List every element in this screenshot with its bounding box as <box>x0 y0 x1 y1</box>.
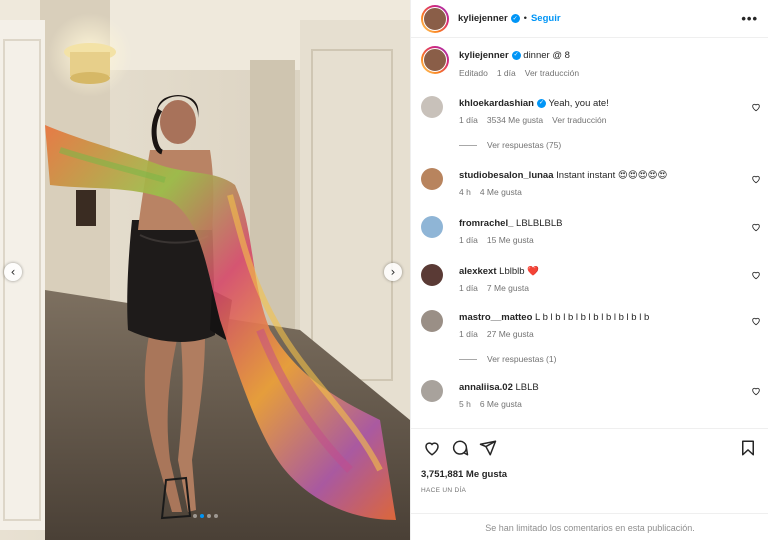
translate-link[interactable]: Ver traducción <box>552 115 606 125</box>
comment-text: Lblblb ❤️ <box>499 266 539 277</box>
avatar[interactable] <box>421 310 443 332</box>
follow-button[interactable]: Seguir <box>531 13 561 24</box>
comment-text: LBLB <box>515 382 539 393</box>
previous-slide-button[interactable]: ‹ <box>4 263 22 281</box>
avatar[interactable] <box>421 96 443 118</box>
carousel-dot-active <box>199 514 204 518</box>
chevron-right-icon: › <box>390 265 396 279</box>
comment-item: fromrachel_ LBLBLBLB 1 día 15 Me gusta <box>421 216 761 246</box>
avatar[interactable] <box>421 168 443 190</box>
heart-icon[interactable] <box>751 386 761 396</box>
comment-likes[interactable]: 15 Me gusta <box>487 235 534 245</box>
comment-username[interactable]: fromrachel_ <box>459 218 513 229</box>
separator-dot: • <box>523 13 527 24</box>
caption-time: 1 día <box>496 68 516 78</box>
heart-icon[interactable] <box>751 316 761 326</box>
comment-username[interactable]: alexkext <box>459 266 497 277</box>
comment-time: 4 h <box>459 187 471 197</box>
instagram-post-modal: ‹ › kyliejenner ✓ • Seguir ••• kyliejenn… <box>0 0 768 540</box>
view-replies-button[interactable]: Ver respuestas (75) <box>459 140 561 150</box>
post-details-panel: kyliejenner ✓ • Seguir ••• kyliejenner ✓ … <box>410 0 768 540</box>
comment-item: khloekardashian ✓ Yeah, you ate! 1 día 353… <box>421 96 761 126</box>
view-replies-button[interactable]: Ver respuestas (1) <box>459 354 556 364</box>
heart-icon[interactable] <box>751 102 761 112</box>
caption-username[interactable]: kyliejenner <box>459 50 509 61</box>
caption-text: dinner @ 8 <box>523 50 570 61</box>
comment-text: LBLBLBLB <box>516 218 563 229</box>
comment-username[interactable]: khloekardashian <box>459 98 534 109</box>
comment-time: 1 día <box>459 329 478 339</box>
like-count[interactable]: 3,751,881 Me gusta <box>421 469 507 480</box>
heart-icon[interactable] <box>751 174 761 184</box>
post-photo <box>0 0 410 540</box>
comment-text: Instant instant 😍😍😍😍😍 <box>556 170 668 181</box>
comment-username[interactable]: mastro__matteo <box>459 312 532 323</box>
carousel-dot <box>192 514 197 518</box>
more-icon[interactable]: ••• <box>741 11 758 26</box>
comment-text: L b l b l b l b l b l b l b l b l b <box>535 312 650 323</box>
comments-list[interactable]: kyliejenner ✓ dinner @ 8 Editado 1 día Ver … <box>411 38 768 428</box>
comment-likes[interactable]: 6 Me gusta <box>480 399 522 409</box>
verified-icon: ✓ <box>510 14 520 23</box>
comment-time: 1 día <box>459 115 478 125</box>
comment-item: annaliisa.02 LBLB 5 h 6 Me gusta <box>421 380 761 410</box>
comment-likes[interactable]: 7 Me gusta <box>487 283 529 293</box>
comment-text: Yeah, you ate! <box>548 98 609 109</box>
comment-time: 1 día <box>459 283 478 293</box>
action-bar <box>421 439 759 459</box>
avatar[interactable] <box>421 46 449 74</box>
share-icon[interactable] <box>479 439 497 457</box>
verified-icon: ✓ <box>536 98 546 108</box>
author-username[interactable]: kyliejenner <box>458 13 508 24</box>
avatar[interactable] <box>421 264 443 286</box>
post-media[interactable]: ‹ › <box>0 0 410 540</box>
post-actions: 3,751,881 Me gusta HACE UN DÍA Se han li… <box>411 428 768 540</box>
comment-item: alexkext Lblblb ❤️ 1 día 7 Me gusta <box>421 264 761 294</box>
comment-item: studiobesalon_lunaa Instant instant 😍😍😍😍… <box>421 168 761 198</box>
translate-link[interactable]: Ver traducción <box>525 68 579 78</box>
verified-icon: ✓ <box>511 50 521 60</box>
comment-username[interactable]: studiobesalon_lunaa <box>459 170 554 181</box>
heart-icon[interactable] <box>751 270 761 280</box>
comment-time: 1 día <box>459 235 478 245</box>
comment-item: mastro__matteo L b l b l b l b l b l b l… <box>421 310 761 340</box>
chevron-left-icon: ‹ <box>10 265 16 279</box>
comment-likes[interactable]: 27 Me gusta <box>487 329 534 339</box>
comment-username[interactable]: annaliisa.02 <box>459 382 513 393</box>
comment-likes[interactable]: 4 Me gusta <box>480 187 522 197</box>
bookmark-icon[interactable] <box>739 439 757 457</box>
edited-label: Editado <box>459 68 488 78</box>
caption: kyliejenner ✓ dinner @ 8 Editado 1 día Ver … <box>421 46 761 86</box>
comment-time: 5 h <box>459 399 471 409</box>
next-slide-button[interactable]: › <box>384 263 402 281</box>
carousel-dot <box>206 514 211 518</box>
heart-icon[interactable] <box>751 222 761 232</box>
post-time: HACE UN DÍA <box>421 487 467 494</box>
post-header: kyliejenner ✓ • Seguir ••• <box>411 0 768 38</box>
avatar[interactable] <box>421 380 443 402</box>
comment-icon[interactable] <box>451 439 469 457</box>
comments-limited-notice: Se han limitado los comentarios en esta … <box>411 513 768 540</box>
comment-likes[interactable]: 3534 Me gusta <box>487 115 543 125</box>
avatar[interactable] <box>421 216 443 238</box>
carousel-indicator <box>0 514 410 518</box>
carousel-dot <box>213 514 218 518</box>
heart-icon[interactable] <box>423 439 441 457</box>
author-avatar[interactable] <box>421 4 449 33</box>
